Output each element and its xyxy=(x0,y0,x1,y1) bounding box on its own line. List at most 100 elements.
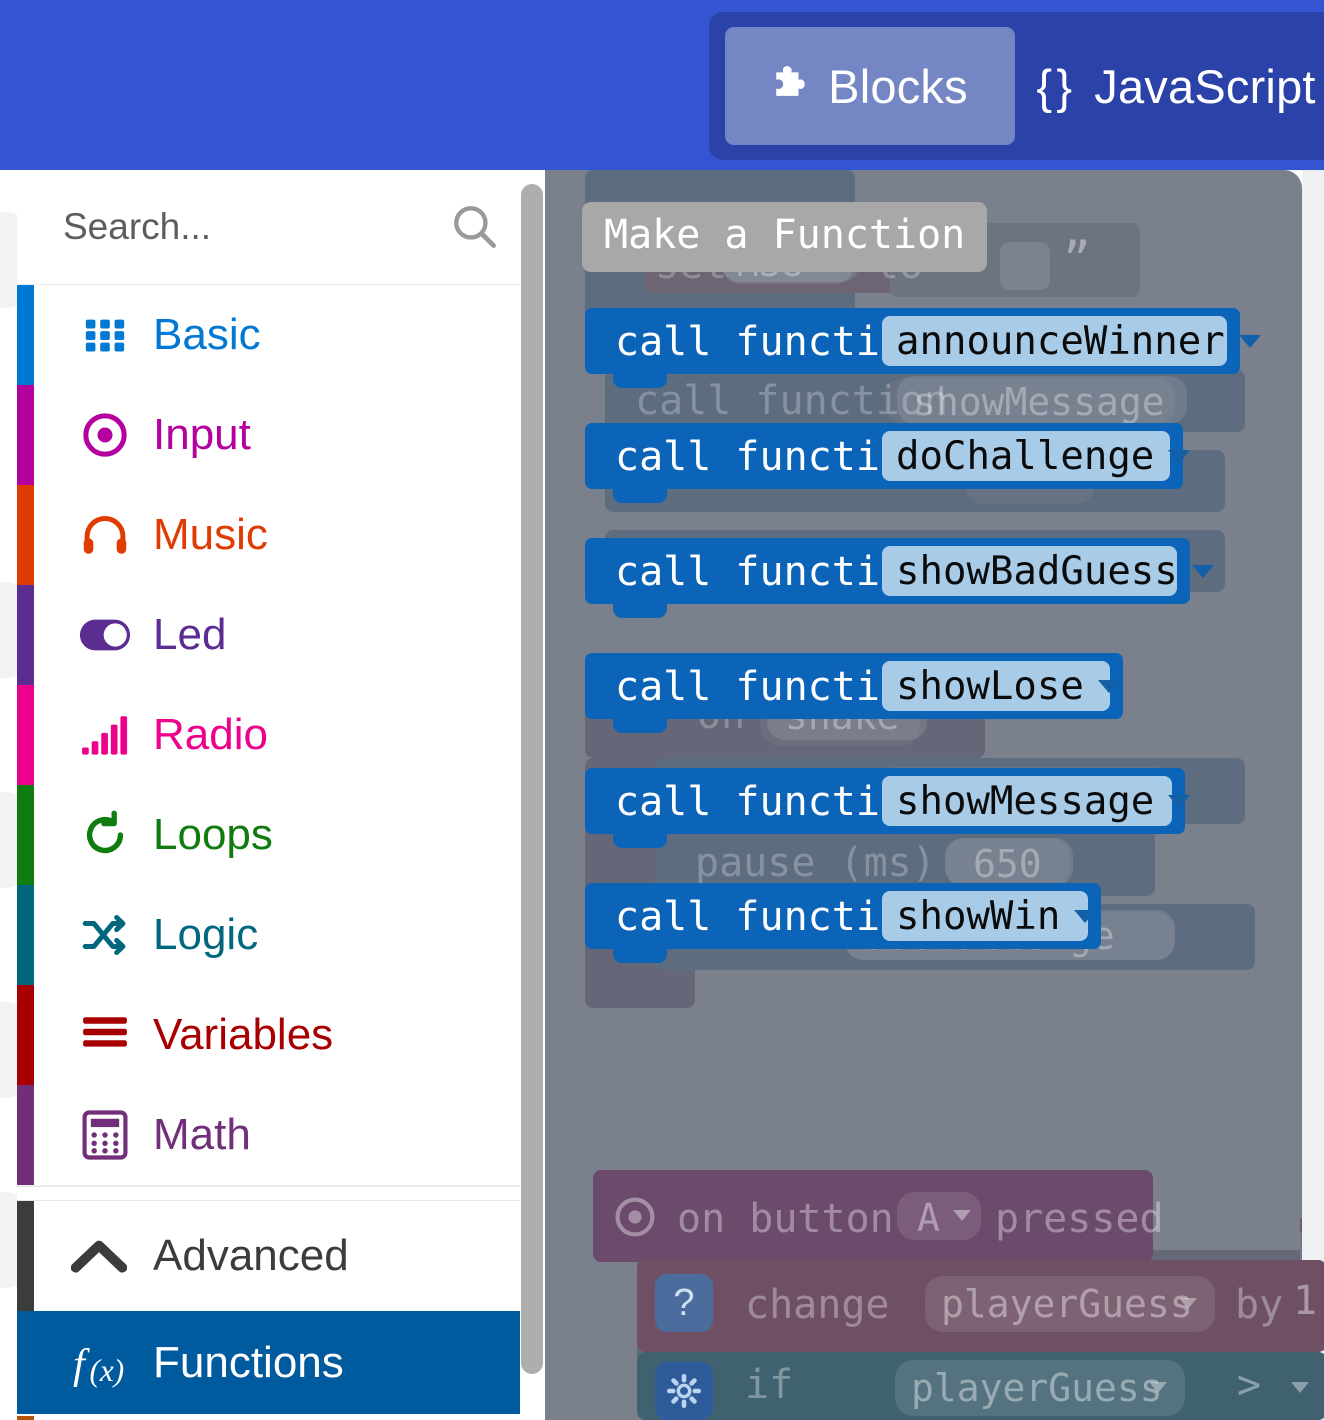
flyout-block-dropdown[interactable]: showLose xyxy=(882,661,1120,711)
flyout-right-edge xyxy=(1302,170,1324,1420)
tab-blocks[interactable]: Blocks xyxy=(725,27,1015,145)
sidebar-item-label: Radio xyxy=(153,710,268,759)
sidebar-item-advanced[interactable]: Advanced xyxy=(17,1201,520,1312)
function-name: showWin xyxy=(896,893,1061,939)
chevron-down-icon xyxy=(1168,794,1191,808)
chevron-down-icon xyxy=(1097,679,1120,693)
sidebar-item-logic[interactable]: Logic xyxy=(17,885,520,986)
ghost-field-string xyxy=(1000,242,1050,290)
toolbox-search-row[interactable] xyxy=(17,170,520,285)
top-header-bar: Blocks { } JavaScript xyxy=(0,0,1324,170)
target-icon xyxy=(77,407,133,463)
tab-javascript[interactable]: { } JavaScript xyxy=(1036,27,1315,145)
category-color-bar xyxy=(17,785,34,885)
block-notch xyxy=(613,719,667,733)
flyout-block-call-function[interactable]: call function announceWinner xyxy=(585,308,1261,388)
flyout-block-call-function[interactable]: call function doChallenge xyxy=(585,423,1191,503)
flyout-block-call-function[interactable]: call function showWin xyxy=(585,883,1101,963)
tab-blocks-label: Blocks xyxy=(828,59,968,113)
ghost-text-showmessage: showMessage xyxy=(913,380,1165,424)
sidebar-item-label: Loops xyxy=(153,810,273,859)
chevron-down-icon xyxy=(953,1210,971,1221)
toggle-icon xyxy=(77,607,133,663)
headphones-icon xyxy=(77,507,133,563)
loop-arrow-icon xyxy=(77,807,133,863)
lines-icon xyxy=(77,1007,133,1063)
toolbox-category-list[interactable]: Basic Input xyxy=(17,170,520,1420)
function-name: showBadGuess xyxy=(896,548,1178,594)
make-a-function-button[interactable]: Make a Function xyxy=(582,202,988,272)
chevron-down-icon xyxy=(1238,334,1261,348)
block-operator[interactable]: > xyxy=(1237,1362,1261,1408)
flyout-block-call-function[interactable]: call function showBadGuess xyxy=(585,538,1214,618)
chevron-down-icon xyxy=(1291,1382,1309,1393)
sidebar-item-led[interactable]: Led xyxy=(17,585,520,686)
svg-text:(x): (x) xyxy=(89,1353,124,1388)
sidebar-item-radio[interactable]: Radio xyxy=(17,685,520,786)
ghost-text-pause: pause (ms) xyxy=(695,840,936,886)
blocks-workspace[interactable]: set MSG to “ ” call function showMessage… xyxy=(545,170,1324,1420)
sidebar-item-variables[interactable]: Variables xyxy=(17,985,520,1086)
chevron-down-icon xyxy=(1191,564,1214,578)
block-notch xyxy=(613,604,667,618)
category-color-bar xyxy=(17,885,34,985)
chevron-down-icon xyxy=(1149,1382,1167,1393)
category-color-bar xyxy=(17,285,34,385)
ghost-quote-close: ” xyxy=(1063,232,1091,286)
block-notch xyxy=(613,489,667,503)
help-icon[interactable]: ? xyxy=(655,1274,713,1332)
flyout-block-dropdown[interactable]: doChallenge xyxy=(882,431,1191,481)
sidebar-item-label: Led xyxy=(153,610,227,659)
chevron-down-icon xyxy=(1074,909,1097,923)
category-color-bar-partial xyxy=(17,1416,34,1420)
search-input[interactable] xyxy=(61,200,395,254)
flyout-block-dropdown[interactable]: announceWinner xyxy=(882,316,1261,366)
block-field-button-value: A xyxy=(917,1196,940,1240)
block-label-if: if xyxy=(745,1362,794,1408)
category-color-bar xyxy=(17,1085,34,1185)
puzzle-piece-icon xyxy=(772,66,806,106)
block-label-by: by xyxy=(1235,1282,1284,1328)
block-notch xyxy=(613,949,667,963)
gear-icon[interactable] xyxy=(655,1362,713,1420)
sidebar-item-label: Variables xyxy=(153,1010,334,1059)
sidebar-item-label: Music xyxy=(153,510,268,559)
sidebar-item-music[interactable]: Music xyxy=(17,485,520,586)
category-color-bar xyxy=(17,385,34,485)
block-label-change: change xyxy=(745,1282,890,1328)
toolbox-scrollbar[interactable] xyxy=(521,184,543,1374)
block-label-on-button: on button xyxy=(677,1196,894,1242)
category-color-bar xyxy=(17,1201,34,1311)
sidebar-item-label: Input xyxy=(153,410,251,459)
sidebar-item-basic[interactable]: Basic xyxy=(17,285,520,386)
block-notch xyxy=(613,374,667,388)
function-name: showLose xyxy=(896,663,1084,709)
fx-icon: f (x) xyxy=(73,1335,129,1391)
sidebar-item-loops[interactable]: Loops xyxy=(17,785,520,886)
sidebar-item-input[interactable]: Input xyxy=(17,385,520,486)
signal-bars-icon xyxy=(77,707,133,763)
shuffle-icon xyxy=(77,907,133,963)
editor-mode-toggle[interactable]: Blocks { } JavaScript xyxy=(709,12,1324,160)
category-color-bar xyxy=(17,485,34,585)
function-name: announceWinner xyxy=(896,318,1225,364)
block-value-one: 1 xyxy=(1293,1278,1318,1324)
chevron-down-icon xyxy=(1179,1298,1197,1309)
tab-javascript-label: JavaScript xyxy=(1094,59,1316,113)
chevron-up-icon xyxy=(71,1228,127,1284)
function-name: showMessage xyxy=(896,778,1155,824)
sidebar-item-functions[interactable]: f (x) Functions xyxy=(17,1311,520,1414)
sidebar-item-label: Math xyxy=(153,1110,251,1159)
flyout-block-dropdown[interactable]: showMessage xyxy=(882,776,1191,826)
search-icon[interactable] xyxy=(449,201,499,251)
category-color-bar xyxy=(17,585,34,685)
flyout-block-call-function[interactable]: call function showMessage xyxy=(585,768,1191,848)
flyout-block-call-function[interactable]: call function showLose xyxy=(585,653,1123,733)
grid-icon xyxy=(77,307,133,363)
flyout-block-dropdown[interactable]: showBadGuess xyxy=(882,546,1214,596)
block-field-playerguess-value: playerGuess xyxy=(941,1282,1193,1326)
sidebar-item-math[interactable]: Math xyxy=(17,1085,520,1186)
flyout-block-dropdown[interactable]: showWin xyxy=(882,891,1097,941)
sidebar-item-label: Logic xyxy=(153,910,259,959)
sidebar-item-label: Basic xyxy=(153,310,261,359)
